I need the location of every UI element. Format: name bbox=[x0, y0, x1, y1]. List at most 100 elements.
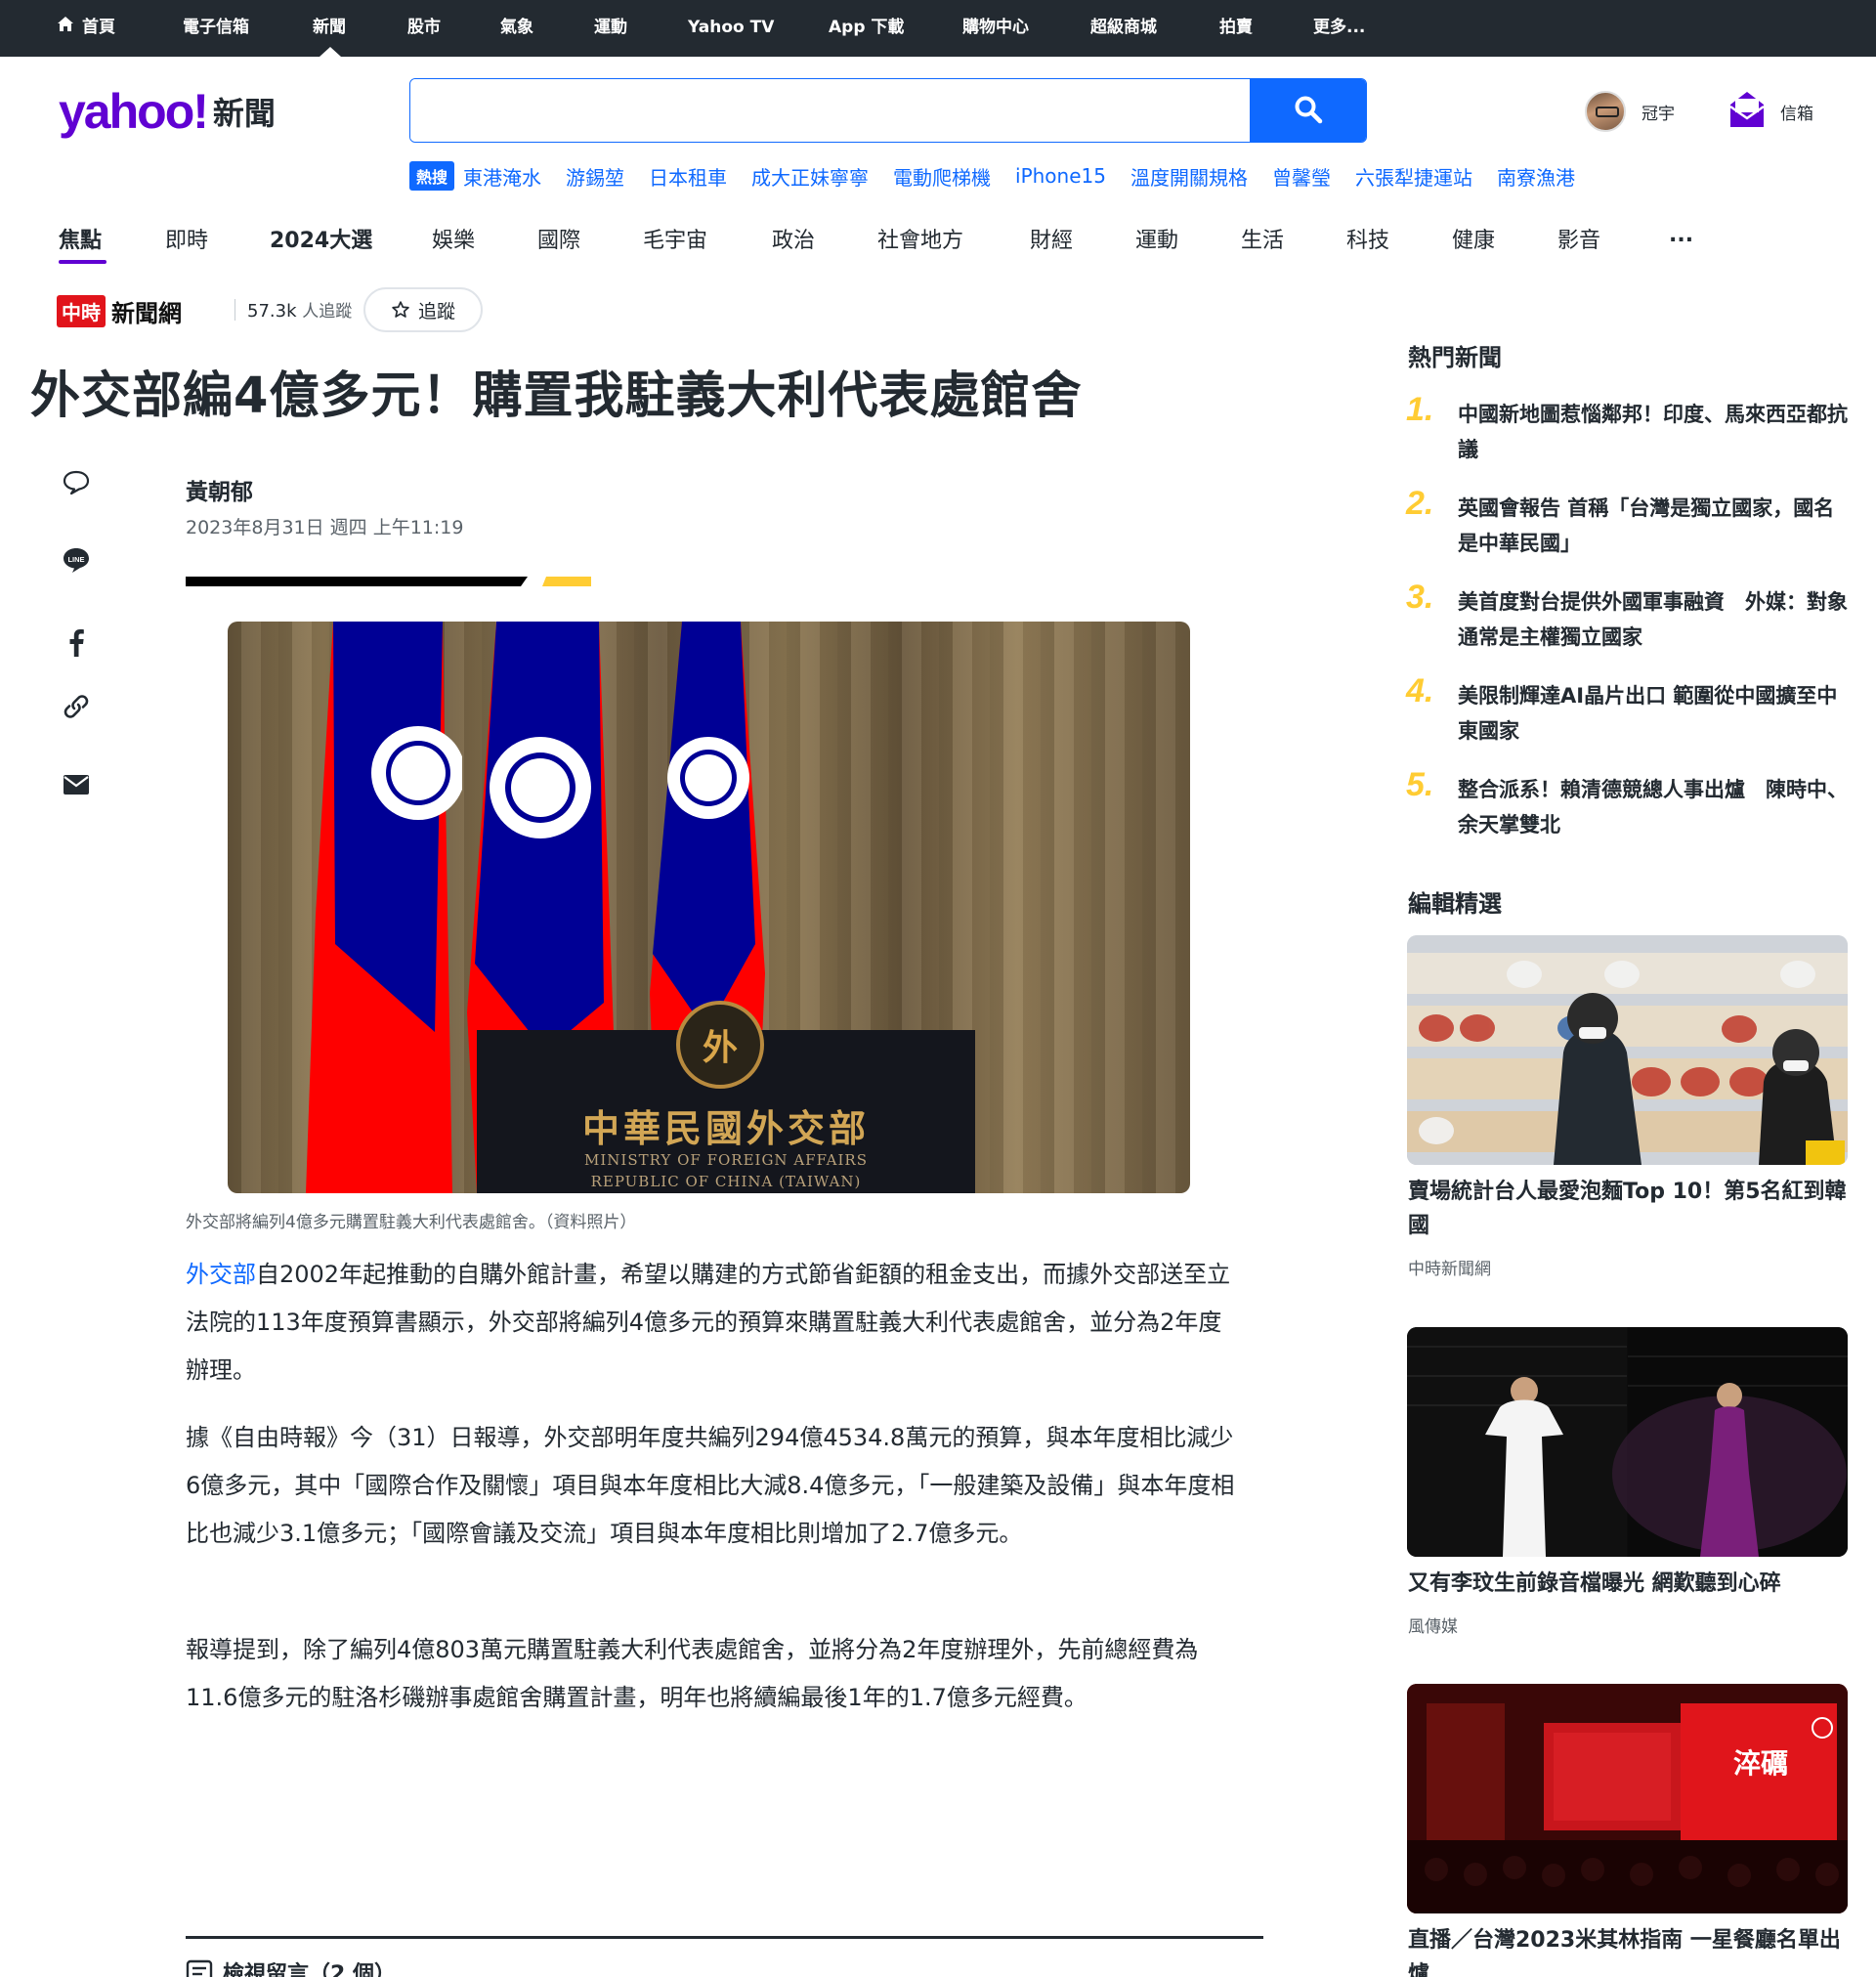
tab-video[interactable]: 影音 bbox=[1557, 223, 1600, 254]
trending-link[interactable]: 東港淹水 bbox=[463, 162, 541, 191]
tab-pets[interactable]: 毛宇宙 bbox=[643, 223, 707, 254]
tab-sports[interactable]: 運動 bbox=[1135, 223, 1178, 254]
follower-count: 57.3k 人追蹤 bbox=[247, 297, 352, 322]
article-hero-image[interactable]: 外 中華民國外交部 MINISTRY OF FOREIGN AFFAIRS RE… bbox=[228, 622, 1190, 1193]
topnav-yahoo-tv[interactable]: Yahoo TV bbox=[688, 0, 774, 57]
ministry-emblem: 外 bbox=[676, 1001, 764, 1089]
tab-health[interactable]: 健康 bbox=[1452, 223, 1495, 254]
follow-button[interactable]: 追蹤 bbox=[363, 287, 483, 332]
hot-news-item[interactable]: 英國會報告 首稱「台灣是獨立國家，國名是中華民國」 bbox=[1458, 491, 1849, 561]
facebook-icon bbox=[67, 628, 85, 662]
tab-society[interactable]: 社會地方 bbox=[877, 223, 963, 254]
trending-link[interactable]: 游錫堃 bbox=[566, 162, 624, 191]
hot-news-item[interactable]: 整合派系！賴清德競總人事出爐 陳時中、余天掌雙北 bbox=[1458, 772, 1849, 842]
pick-image-concert[interactable] bbox=[1407, 1327, 1848, 1557]
line-share-button[interactable]: LINE bbox=[57, 542, 96, 581]
stage-performers-illustration bbox=[1407, 1327, 1848, 1557]
article-author[interactable]: 黃朝郁 bbox=[186, 473, 253, 506]
pick-source: 中時新聞網 bbox=[1408, 1260, 1491, 1279]
topnav-auction[interactable]: 拍賣 bbox=[1219, 0, 1253, 57]
topnav-more[interactable]: 更多... bbox=[1313, 0, 1365, 57]
trending-link[interactable]: 日本租車 bbox=[649, 162, 727, 191]
tab-life[interactable]: 生活 bbox=[1241, 223, 1284, 254]
topnav-mall[interactable]: 超級商城 bbox=[1090, 0, 1157, 57]
topnav-shopping[interactable]: 購物中心 bbox=[962, 0, 1029, 57]
copy-link-button[interactable] bbox=[57, 689, 96, 728]
tab-latest[interactable]: 即時 bbox=[165, 223, 208, 254]
follow-label: 追蹤 bbox=[417, 300, 455, 322]
hot-news-item[interactable]: 美首度對台提供外國軍事融資 外媒：對象通常是主權獨立國家 bbox=[1458, 584, 1849, 655]
view-comments-button[interactable]: 檢視留言（2 個） bbox=[186, 1956, 396, 1977]
trending-link[interactable]: 南寮漁港 bbox=[1497, 162, 1575, 191]
pick-title[interactable]: 賣場統計台人最愛泡麵Top 10！第5名紅到韓國 bbox=[1408, 1175, 1853, 1243]
pick-image-noodles[interactable] bbox=[1407, 935, 1848, 1165]
trending-link[interactable]: 成大正妹寧寧 bbox=[751, 162, 869, 191]
trending-link[interactable]: 溫度開關規格 bbox=[1130, 162, 1248, 191]
comments-list-icon bbox=[186, 1959, 213, 1977]
tab-election-2024[interactable]: 2024大選 bbox=[270, 223, 372, 254]
follower-label: 人追蹤 bbox=[302, 302, 353, 322]
podium: 外 中華民國外交部 MINISTRY OF FOREIGN AFFAIRS RE… bbox=[477, 1001, 975, 1193]
trending-badge: 熱搜 bbox=[409, 161, 455, 191]
pick-title[interactable]: 直播／台灣2023米其林指南 一星餐廳名單出爐 bbox=[1408, 1923, 1853, 1977]
tab-tech[interactable]: 科技 bbox=[1346, 223, 1389, 254]
user-name: 冠宇 bbox=[1642, 104, 1675, 124]
home-icon bbox=[57, 0, 74, 55]
hot-news-item[interactable]: 美限制輝達AI晶片出口 範圍從中國擴至中東國家 bbox=[1458, 678, 1849, 749]
topnav-mail[interactable]: 電子信箱 bbox=[183, 0, 249, 57]
keyword-link[interactable]: 外交部 bbox=[186, 1261, 256, 1288]
decorative-accent bbox=[542, 577, 591, 586]
supermarket-shelf-illustration bbox=[1407, 935, 1848, 1165]
trending-link[interactable]: 電動爬梯機 bbox=[893, 162, 991, 191]
publisher-name: 新聞網 bbox=[111, 298, 182, 327]
rank-number: 1. bbox=[1406, 391, 1434, 428]
publisher-logo[interactable]: 中時 新聞網 bbox=[57, 294, 182, 327]
line-icon: LINE bbox=[61, 544, 92, 580]
email-share-button[interactable] bbox=[57, 767, 96, 806]
topnav-weather[interactable]: 氣象 bbox=[500, 0, 533, 57]
mail-link[interactable]: 信箱 bbox=[1729, 90, 1813, 133]
rank-number: 4. bbox=[1406, 672, 1434, 709]
trending-link[interactable]: iPhone15 bbox=[1015, 164, 1106, 188]
topnav-home[interactable]: 首頁 bbox=[57, 0, 115, 57]
pick-image-michelin[interactable]: 淬礪 bbox=[1407, 1684, 1848, 1913]
article-paragraph-1: 外交部自2002年起推動的自購外館計畫，希望以購建的方式節省鉅額的租金支出，而據… bbox=[186, 1251, 1236, 1395]
search-button[interactable] bbox=[1250, 79, 1366, 142]
trending-searches: 熱搜 東港淹水 游錫堃 日本租車 成大正妹寧寧 電動爬梯機 iPhone15 溫… bbox=[409, 160, 1599, 192]
publisher-badge: 中時 bbox=[57, 294, 106, 327]
link-icon bbox=[62, 692, 91, 725]
comment-share-button[interactable] bbox=[57, 465, 96, 504]
podium-chinese-text: 中華民國外交部 bbox=[581, 1106, 870, 1150]
topnav-sports[interactable]: 運動 bbox=[594, 0, 627, 57]
topnav-app-download[interactable]: App 下載 bbox=[829, 0, 904, 57]
trending-link[interactable]: 六張犁捷運站 bbox=[1355, 162, 1472, 191]
tab-finance[interactable]: 財經 bbox=[1030, 223, 1073, 254]
tab-politics[interactable]: 政治 bbox=[772, 223, 815, 254]
editor-picks-heading: 編輯精選 bbox=[1408, 890, 1502, 918]
rank-number: 5. bbox=[1406, 766, 1434, 803]
pick-image-sign-text: 淬礪 bbox=[1732, 1747, 1788, 1780]
tab-more[interactable]: ... bbox=[1669, 223, 1693, 247]
tab-international[interactable]: 國際 bbox=[537, 223, 580, 254]
search-input[interactable] bbox=[410, 79, 1251, 142]
tab-focus[interactable]: 焦點 bbox=[59, 223, 102, 254]
topnav-stocks[interactable]: 股市 bbox=[407, 0, 441, 57]
pick-source: 風傳媒 bbox=[1408, 1617, 1458, 1637]
tab-entertainment[interactable]: 娛樂 bbox=[432, 223, 475, 254]
logo-yahoo-text: yahoo! bbox=[59, 84, 209, 139]
user-profile[interactable]: 冠宇 bbox=[1585, 90, 1675, 133]
pick-title[interactable]: 又有李玟生前錄音檔曝光 網歎聽到心碎 bbox=[1408, 1567, 1853, 1601]
trending-link[interactable]: 曾馨瑩 bbox=[1272, 162, 1331, 191]
search-icon bbox=[1294, 95, 1323, 127]
image-caption: 外交部將編列4億多元購置駐義大利代表處館舍。（資料照片） bbox=[186, 1213, 637, 1232]
mail-icon bbox=[1729, 91, 1765, 133]
decorative-bar bbox=[186, 577, 528, 586]
active-section-caret bbox=[320, 47, 341, 57]
facebook-share-button[interactable] bbox=[57, 625, 96, 665]
follower-number: 57.3k bbox=[247, 301, 297, 322]
active-tab-underline bbox=[59, 260, 107, 264]
podium-english-line-2: REPUBLIC OF CHINA (TAIWAN) bbox=[590, 1173, 862, 1190]
yahoo-news-logo[interactable]: yahoo! 新聞 bbox=[59, 86, 276, 137]
hot-news-item[interactable]: 中國新地圖惹惱鄰邦！印度、馬來西亞都抗議 bbox=[1458, 397, 1849, 467]
michelin-ceremony-illustration bbox=[1407, 1684, 1848, 1913]
